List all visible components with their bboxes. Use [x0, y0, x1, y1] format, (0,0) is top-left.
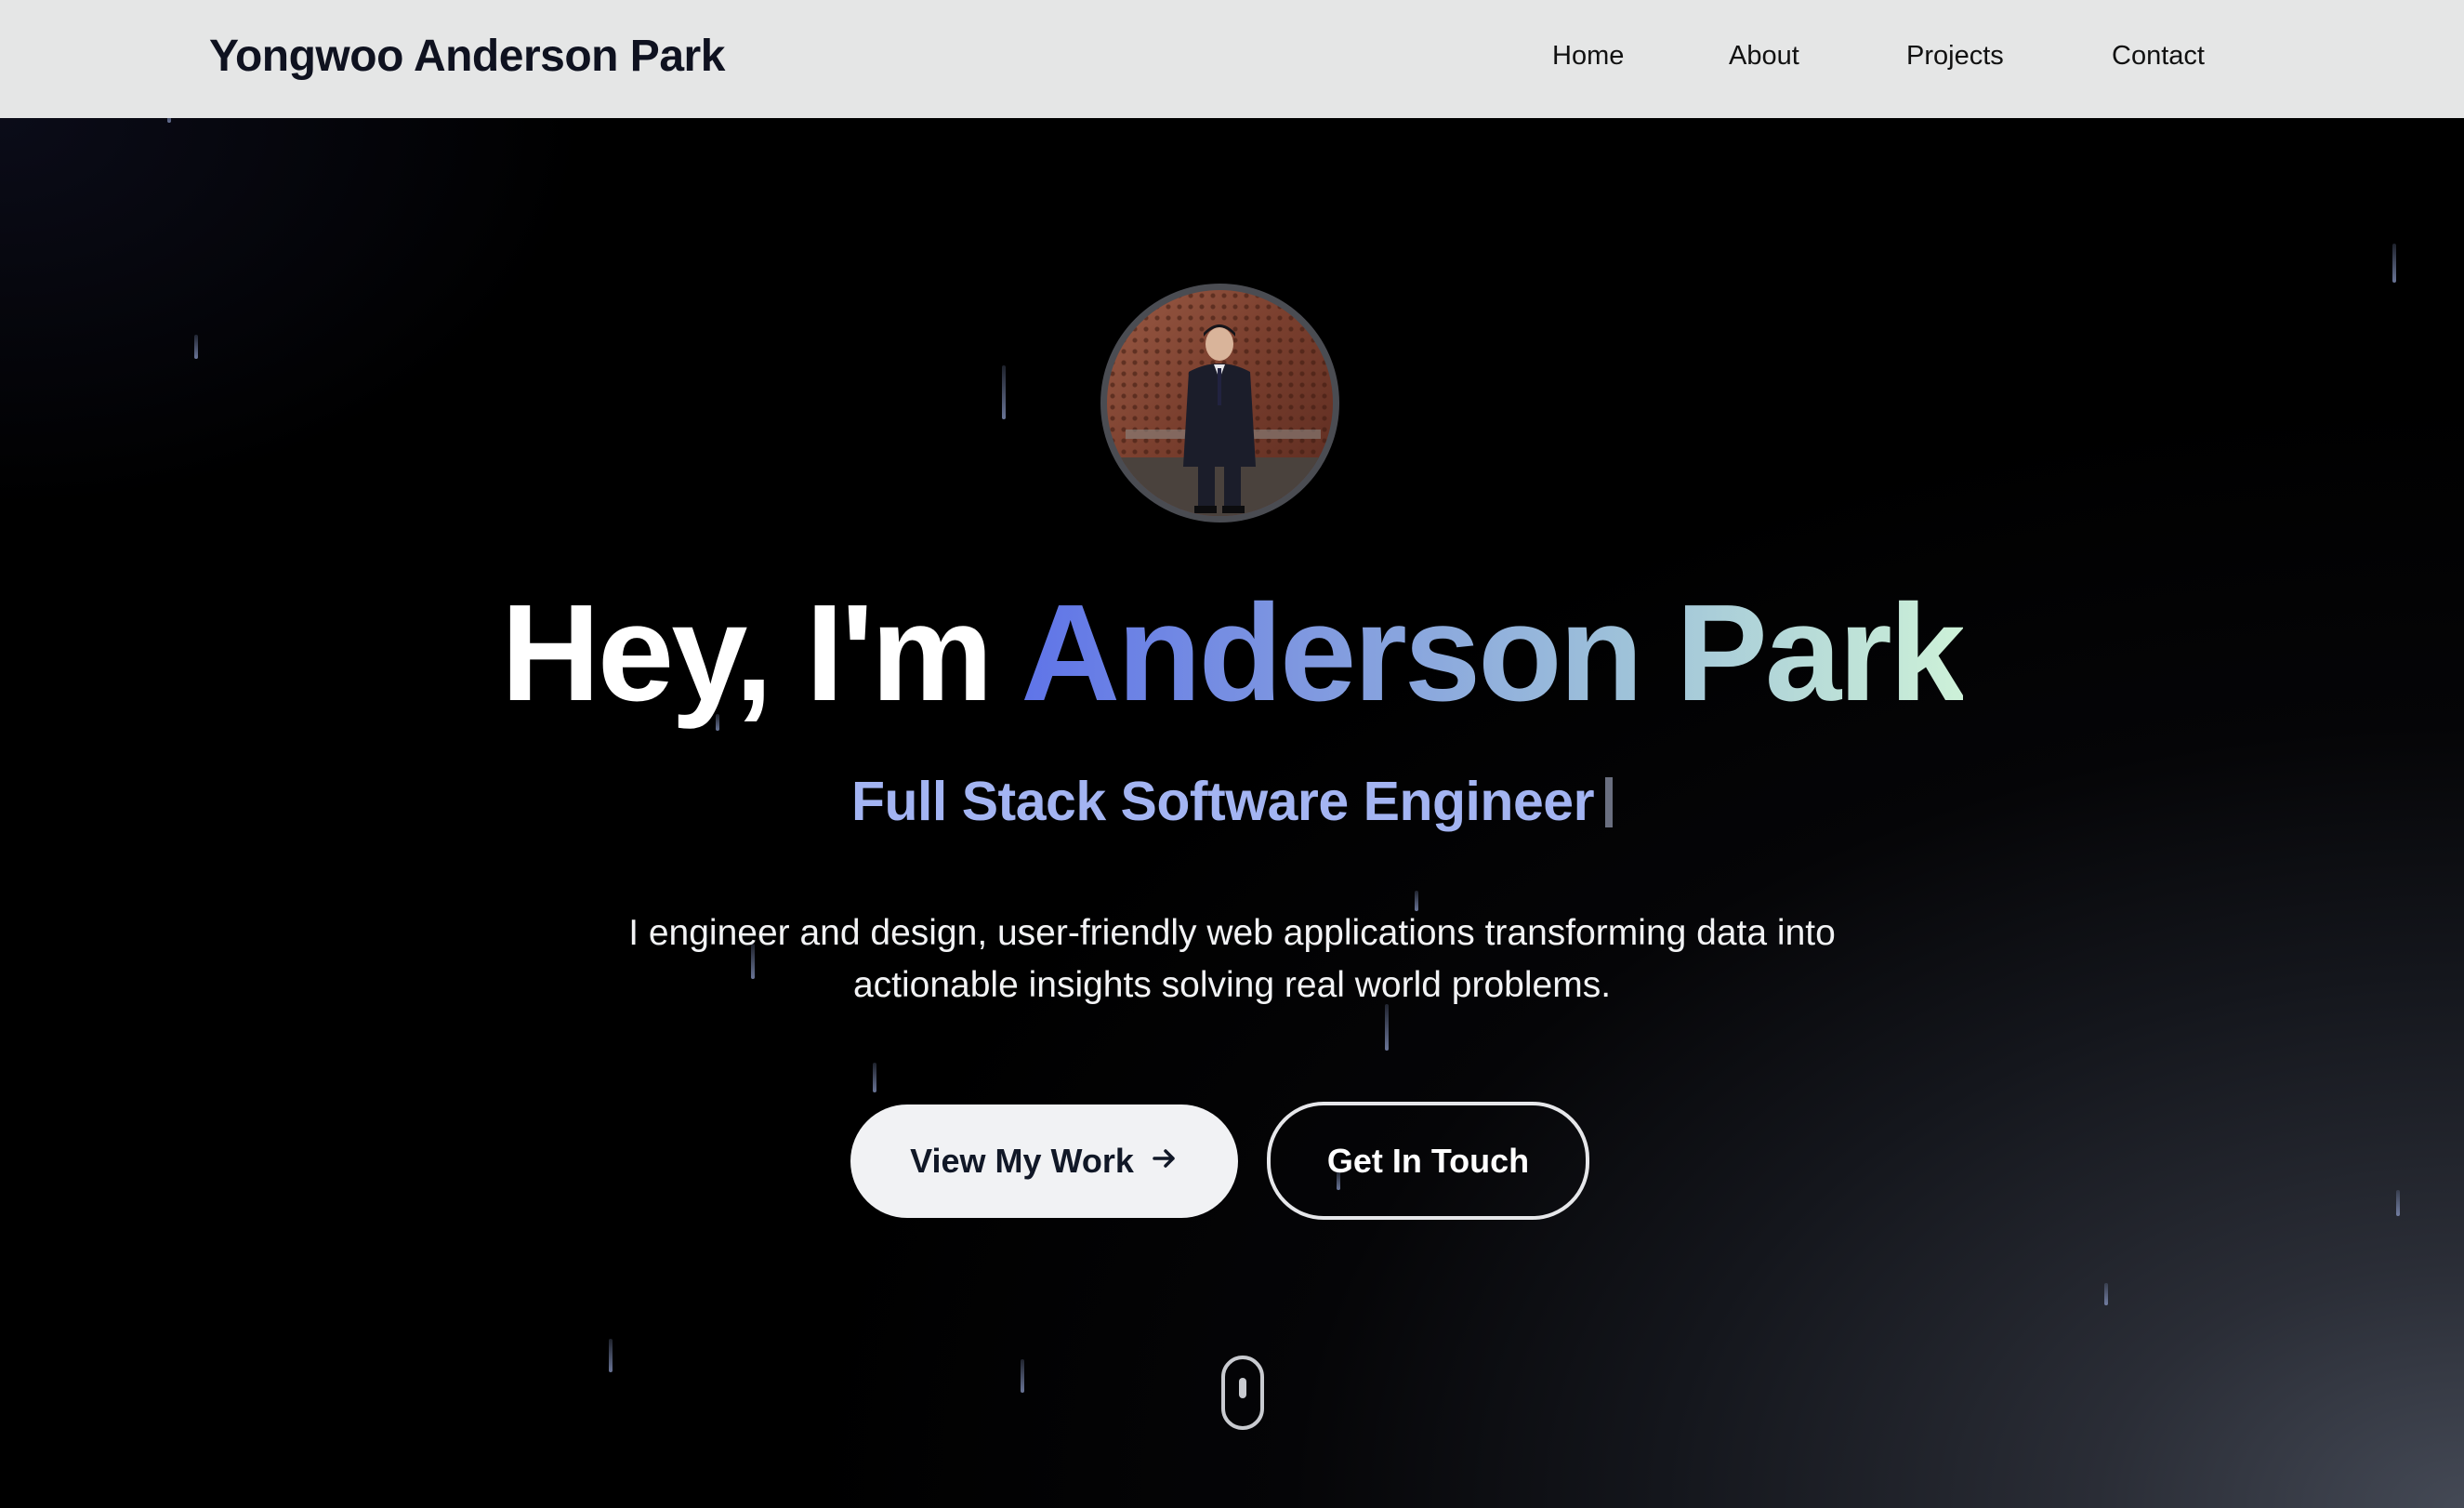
mouse-scroll-icon[interactable] — [1221, 1356, 1264, 1430]
get-in-touch-label: Get In Touch — [1326, 1141, 1530, 1180]
brand-name[interactable]: Yongwoo Anderson Park — [209, 31, 725, 82]
hero-subtitle: Full Stack Software Engineer — [0, 770, 2464, 833]
hero-heading: Hey, I'm Anderson Park — [0, 575, 2464, 733]
view-my-work-label: View My Work — [910, 1142, 1134, 1180]
view-my-work-button[interactable]: View My Work — [850, 1105, 1238, 1218]
top-navbar: Yongwoo Anderson Park Home About Project… — [0, 0, 2464, 118]
nav-link-projects[interactable]: Projects — [1906, 41, 2004, 72]
subtitle-text: Full Stack Software Engineer — [850, 771, 1595, 832]
nav-link-home[interactable]: Home — [1552, 41, 1624, 72]
typing-cursor — [1605, 777, 1614, 827]
get-in-touch-button[interactable]: Get In Touch — [1267, 1102, 1589, 1220]
mouse-wheel — [1239, 1378, 1246, 1398]
nav-link-contact[interactable]: Contact — [2112, 41, 2205, 72]
arrow-right-icon — [1151, 1142, 1179, 1182]
description-line-2: actionable insights solving real world p… — [852, 965, 1612, 1005]
description-line-1: I engineer and design, user-friendly web… — [628, 913, 1836, 953]
hero-name: Anderson Park — [1021, 576, 1966, 730]
hero-description: I engineer and design, user-friendly web… — [558, 907, 1906, 1012]
hero-greeting: Hey, I'm — [500, 576, 1021, 730]
profile-avatar — [1100, 284, 1339, 523]
nav-link-about[interactable]: About — [1729, 41, 1799, 72]
